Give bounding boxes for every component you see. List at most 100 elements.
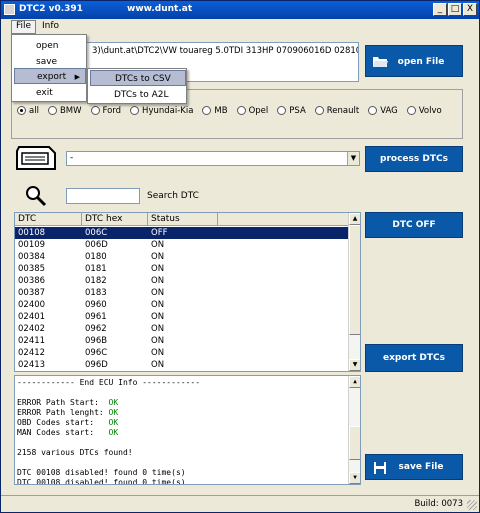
menu-item-export-label: export [37, 72, 67, 82]
table-cell: 00387 [18, 288, 46, 298]
radio-button[interactable] [406, 106, 416, 115]
table-row[interactable]: 02402 0962 ON [15, 323, 349, 335]
dtc-table-header: DTC DTC hex Status [15, 213, 349, 226]
radio-button[interactable] [277, 106, 287, 115]
column-header-status[interactable]: Status [148, 213, 218, 226]
dtc-off-label: DTC OFF [392, 220, 436, 230]
table-scrollbar[interactable]: ▲ ▼ [348, 213, 360, 371]
log-text: ------------ End ECU Info ------------ [17, 378, 201, 387]
radio-brand-mb[interactable]: MB [202, 106, 228, 116]
menu-item-open[interactable]: open [14, 38, 84, 54]
export-dtcs-button[interactable]: export DTCs [365, 344, 463, 372]
table-cell: 00384 [18, 252, 46, 262]
radio-brand-bmw[interactable]: BMW [47, 106, 82, 116]
menu-item-export[interactable]: export ▶ [14, 68, 86, 84]
resize-grip-icon[interactable] [467, 500, 477, 510]
table-row[interactable]: 02413 096D ON [15, 359, 349, 371]
table-row[interactable]: 02412 096C ON [15, 347, 349, 359]
search-input[interactable] [66, 188, 140, 204]
close-button[interactable]: X [463, 3, 477, 16]
radio-button[interactable] [130, 106, 140, 115]
table-row[interactable]: 00385 0181 ON [15, 263, 349, 275]
table-row[interactable]: 00109 006D ON [15, 239, 349, 251]
table-cell: 0960 [85, 300, 107, 310]
ecu-select-value: - [70, 153, 74, 163]
log-scrollbar[interactable]: ▲ ▼ [348, 376, 360, 484]
table-cell: 02402 [18, 324, 46, 334]
radio-brand-hyundai-kia[interactable]: Hyundai-Kia [130, 106, 193, 116]
open-file-button[interactable]: open File [365, 45, 463, 77]
menu-file[interactable]: File [11, 20, 37, 34]
table-cell: OFF [151, 228, 168, 238]
radio-brand-all[interactable]: all [17, 106, 39, 116]
maximize-button[interactable]: □ [448, 3, 462, 16]
table-cell: ON [151, 312, 165, 322]
minimize-button[interactable]: _ [433, 3, 447, 16]
table-cell: 02413 [18, 360, 46, 370]
window-url: www.dunt.at [127, 4, 193, 14]
brand-radio-row: all BMW Ford Hyundai-Kia MB Opel PSA Renault VAG… [17, 106, 451, 116]
menu-item-dtcs-to-csv[interactable]: DTCs to CSV [90, 70, 186, 86]
table-cell: 0961 [85, 312, 107, 322]
radio-button[interactable] [236, 106, 246, 115]
radio-label: Hyundai-Kia [142, 106, 194, 116]
radio-brand-volvo[interactable]: Volvo [406, 106, 442, 116]
menu-item-dtcs-to-a2l[interactable]: DTCs to A2L [90, 87, 186, 103]
radio-button[interactable] [47, 106, 57, 115]
table-cell: ON [151, 288, 165, 298]
table-row[interactable]: 00108 006C OFF [15, 227, 349, 239]
log-text: ERROR Path lenght: [17, 408, 109, 417]
title-bar[interactable]: DTC2 v0.391 www.dunt.at _ □ X [1, 1, 479, 19]
table-cell: ON [151, 324, 165, 334]
table-cell: 00109 [18, 240, 46, 250]
table-row[interactable]: 02400 0960 ON [15, 299, 349, 311]
column-header-dtc[interactable]: DTC [15, 213, 82, 226]
menu-info[interactable]: Info [38, 21, 63, 31]
dtc-off-button[interactable]: DTC OFF [365, 212, 463, 238]
radio-brand-opel[interactable]: Opel [236, 106, 269, 116]
table-cell: 006C [85, 228, 108, 238]
table-cell: 006D [85, 240, 108, 250]
radio-button[interactable] [368, 106, 378, 115]
process-dtcs-button[interactable]: process DTCs [365, 146, 463, 172]
radio-brand-ford[interactable]: Ford [90, 106, 121, 116]
log-line: MAN Codes start: OK [17, 428, 118, 438]
table-cell: ON [151, 240, 165, 250]
log-line: DTC 00108 disabled! found 0 time(s) [17, 468, 186, 478]
radio-label: Opel [248, 106, 269, 116]
radio-button[interactable] [17, 106, 26, 115]
column-header-dtc-hex[interactable]: DTC hex [82, 213, 148, 226]
scroll-down-icon[interactable]: ▼ [349, 472, 360, 484]
radio-label: VAG [380, 106, 398, 116]
radio-brand-renault[interactable]: Renault [314, 106, 359, 116]
table-row[interactable]: 00386 0182 ON [15, 275, 349, 287]
radio-brand-vag[interactable]: VAG [368, 106, 398, 116]
radio-brand-psa[interactable]: PSA [277, 106, 306, 116]
scroll-down-icon[interactable]: ▼ [349, 359, 360, 371]
table-row[interactable]: 02411 096B ON [15, 335, 349, 347]
table-cell: 0182 [85, 276, 107, 286]
radio-button[interactable] [90, 106, 100, 115]
table-cell: ON [151, 360, 165, 370]
chevron-down-icon[interactable]: ▼ [347, 152, 359, 165]
table-cell: ON [151, 276, 165, 286]
scroll-up-icon[interactable]: ▲ [349, 213, 360, 225]
radio-button[interactable] [314, 106, 324, 115]
menu-item-exit[interactable]: exit [14, 85, 84, 101]
scroll-thumb[interactable] [349, 426, 360, 460]
table-row[interactable]: 00387 0183 ON [15, 287, 349, 299]
ecu-select[interactable]: - ▼ [66, 151, 360, 166]
save-file-button[interactable]: save File [365, 454, 463, 480]
table-row[interactable]: 02401 0961 ON [15, 311, 349, 323]
log-output: ------------ End ECU Info ------------ ER… [14, 375, 361, 485]
table-cell: ON [151, 300, 165, 310]
radio-button[interactable] [202, 106, 212, 115]
scroll-thumb[interactable] [349, 225, 360, 335]
radio-label: BMW [59, 106, 82, 116]
export-submenu: DTCs to CSV DTCs to A2L [87, 68, 187, 104]
dtc-table: DTC DTC hex Status 00108 006C OFF 00109 006D… [14, 212, 361, 372]
table-cell: 02412 [18, 348, 46, 358]
table-row[interactable]: 00384 0180 ON [15, 251, 349, 263]
scroll-up-icon[interactable]: ▲ [349, 376, 360, 388]
log-line: OBD Codes start: OK [17, 418, 118, 428]
